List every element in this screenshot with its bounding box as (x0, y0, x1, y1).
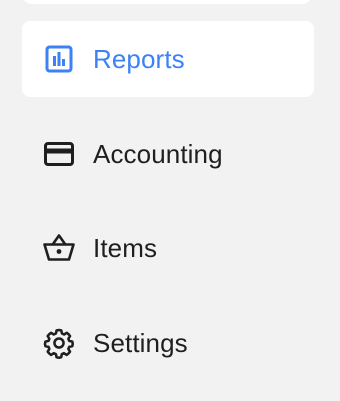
basket-icon (42, 231, 76, 265)
sidebar-item-label: Accounting (93, 138, 223, 169)
sidebar-item-label: Reports (93, 43, 185, 74)
sidebar-top-card (22, 0, 312, 4)
gear-icon (42, 326, 76, 360)
sidebar-item-label: Items (93, 232, 158, 263)
sidebar-item-accounting[interactable]: Accounting (22, 116, 314, 192)
sidebar-item-reports[interactable]: Reports (22, 21, 314, 97)
sidebar: Reports Accounting Items Settings (0, 0, 340, 401)
sidebar-item-items[interactable]: Items (22, 210, 314, 286)
bar-chart-icon (42, 42, 76, 76)
sidebar-item-label: Settings (93, 327, 188, 358)
sidebar-item-settings[interactable]: Settings (22, 305, 314, 381)
credit-card-icon (42, 137, 76, 171)
